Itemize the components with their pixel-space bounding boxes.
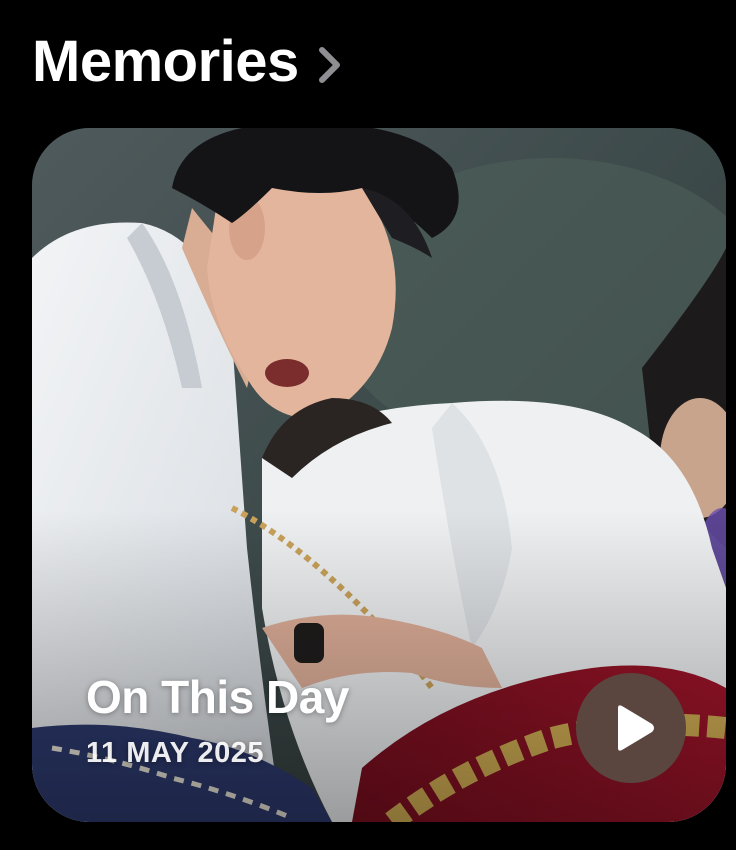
play-button[interactable] — [576, 673, 686, 783]
play-icon — [606, 704, 656, 752]
memory-title: On This Day — [86, 671, 349, 723]
section-title: Memories — [32, 29, 299, 94]
memory-date: 11 MAY 2025 — [86, 737, 265, 769]
memories-header-link[interactable]: Memories — [32, 26, 343, 98]
chevron-right-icon — [317, 39, 343, 85]
memory-card[interactable]: On This Day 11 MAY 2025 — [32, 128, 726, 822]
